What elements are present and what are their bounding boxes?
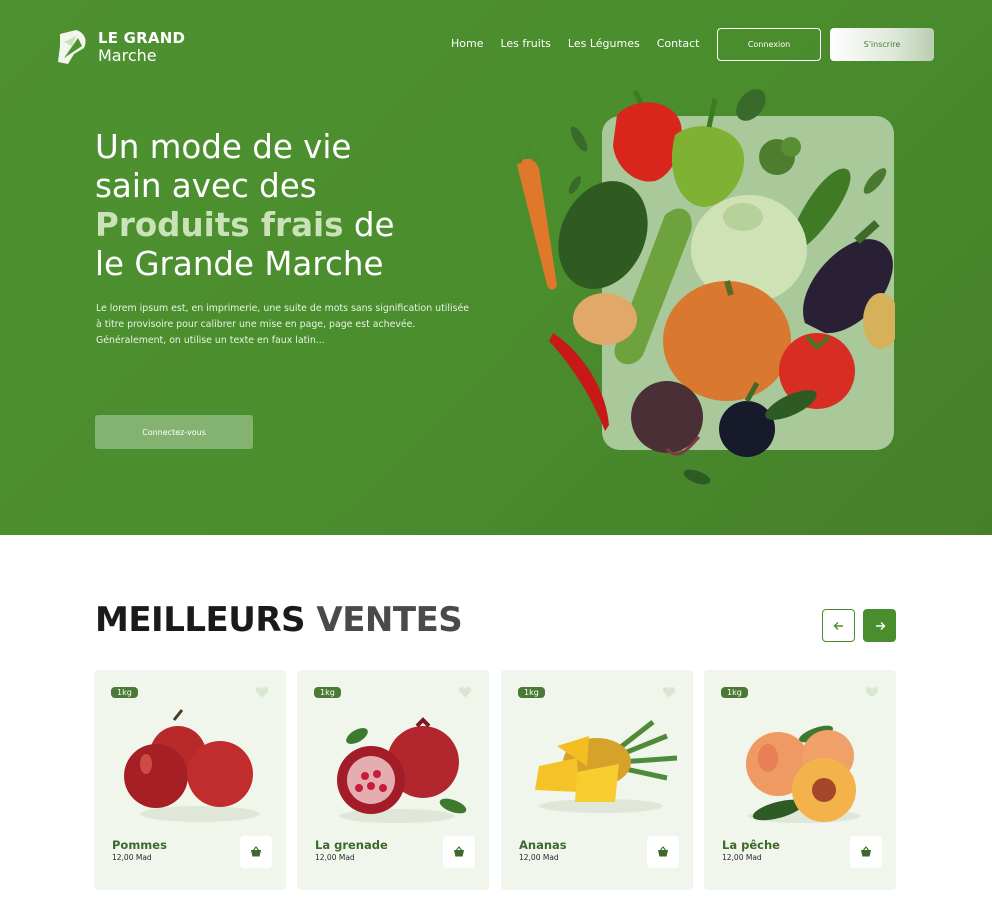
basket-icon bbox=[454, 846, 464, 857]
product-price: 12,00 Mad bbox=[519, 853, 559, 862]
product-name: La pêche bbox=[722, 838, 780, 852]
heart-icon[interactable] bbox=[255, 685, 269, 699]
add-to-cart-button[interactable] bbox=[443, 836, 475, 868]
product-price: 12,00 Mad bbox=[315, 853, 355, 862]
hero-description: Le lorem ipsum est, en imprimerie, une s… bbox=[96, 303, 469, 346]
leaf-logo-icon bbox=[58, 30, 86, 64]
add-to-cart-button[interactable] bbox=[850, 836, 882, 868]
basket-icon bbox=[861, 846, 871, 857]
best-sellers-title: MEILLEURS VENTES bbox=[95, 600, 463, 640]
product-price: 12,00 Mad bbox=[112, 853, 152, 862]
product-name: La grenade bbox=[315, 838, 388, 852]
hero-title-highlight: Produits frais bbox=[95, 206, 344, 244]
basket-icon bbox=[658, 846, 668, 857]
nav-fruits[interactable]: Les fruits bbox=[500, 37, 550, 50]
product-price: 12,00 Mad bbox=[722, 853, 762, 862]
arrow-right-icon bbox=[875, 621, 885, 630]
add-to-cart-button[interactable] bbox=[240, 836, 272, 868]
pomegranate-image bbox=[337, 717, 467, 823]
apples-image bbox=[124, 709, 260, 822]
arrow-left-icon bbox=[833, 621, 843, 630]
nav-home[interactable]: Home bbox=[451, 37, 483, 50]
carousel-next-button[interactable] bbox=[863, 609, 896, 642]
add-to-cart-button[interactable] bbox=[647, 836, 679, 868]
hero-title-line3: de bbox=[343, 206, 395, 244]
signup-button[interactable]: S'inscrire bbox=[830, 28, 934, 61]
best-sellers-title-light: VENTES bbox=[305, 600, 463, 640]
heart-icon[interactable] bbox=[865, 685, 879, 699]
peach-image bbox=[746, 725, 860, 823]
vegetables-illustration bbox=[513, 89, 895, 485]
weight-badge: 1kg bbox=[111, 687, 138, 698]
pineapple-image bbox=[535, 720, 677, 813]
hero-title-line4: le Grande Marche bbox=[95, 245, 384, 283]
best-sellers-title-dark: MEILLEURS bbox=[95, 600, 306, 640]
product-card-peche[interactable]: 1kg La pêche 12,00 Mad bbox=[704, 670, 896, 890]
nav-contact[interactable]: Contact bbox=[657, 37, 700, 50]
basket-icon bbox=[251, 846, 261, 857]
product-card-pommes[interactable]: 1kg Pommes 12,00 Mad bbox=[94, 670, 286, 890]
hero-title-line1: Un mode de vie bbox=[95, 128, 352, 166]
hero-title: Un mode de vie sain avec des Produits fr… bbox=[95, 128, 515, 284]
nav-legumes[interactable]: Les Légumes bbox=[568, 37, 640, 50]
login-button[interactable]: Connexion bbox=[717, 28, 821, 61]
connect-cta-button[interactable]: Connectez-vous bbox=[95, 415, 253, 449]
hero-section: LE GRAND Marche Home Les fruits Les Légu… bbox=[0, 0, 992, 535]
product-card-ananas[interactable]: 1kg Ananas 12,00 Mad bbox=[501, 670, 693, 890]
product-card-grenade[interactable]: 1kg La grenade 12,00 Mad bbox=[297, 670, 489, 890]
logo[interactable]: LE GRAND Marche bbox=[54, 28, 185, 66]
hero-title-line2: sain avec des bbox=[95, 167, 317, 205]
product-name: Ananas bbox=[519, 838, 567, 852]
weight-badge: 1kg bbox=[314, 687, 341, 698]
heart-icon[interactable] bbox=[458, 685, 472, 699]
logo-subtitle: Marche bbox=[98, 46, 157, 65]
carousel-prev-button[interactable] bbox=[822, 609, 855, 642]
logo-title: LE GRAND bbox=[98, 29, 186, 47]
product-name: Pommes bbox=[112, 838, 167, 852]
weight-badge: 1kg bbox=[721, 687, 748, 698]
weight-badge: 1kg bbox=[518, 687, 545, 698]
main-nav: Home Les fruits Les Légumes Contact bbox=[451, 37, 700, 50]
heart-icon[interactable] bbox=[662, 685, 676, 699]
